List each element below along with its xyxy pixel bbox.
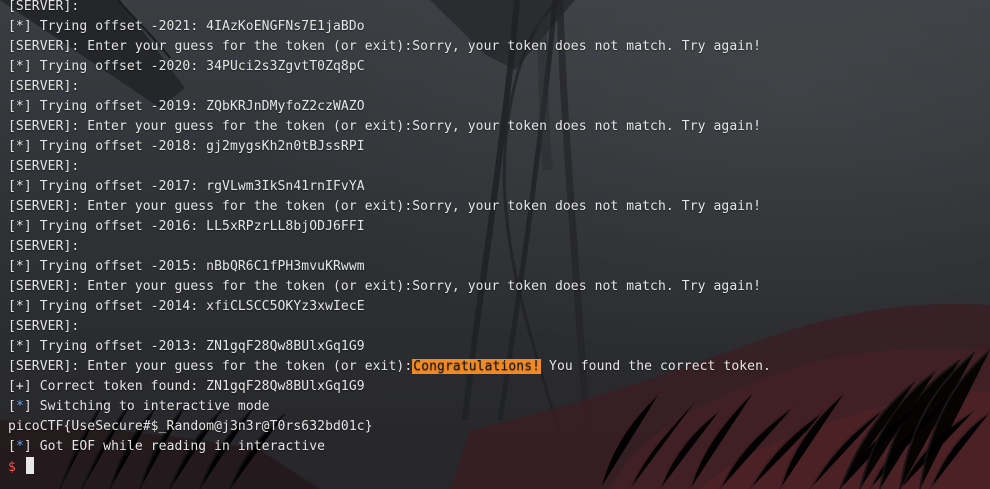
terminal-line: [SERVER]: Enter your guess for the token… <box>8 357 771 377</box>
terminal-line: [+] Correct token found: ZN1gqF28Qw8BUlx… <box>8 379 365 394</box>
terminal-window[interactable]: [SERVER]: [*] Trying offset -2021: 4IAzKo… <box>0 0 990 489</box>
terminal-line: [*] Trying offset -2019: ZQbKRJnDMyfoZ2c… <box>8 99 365 114</box>
status-text: Got EOF while reading in interactive <box>31 439 326 454</box>
text-cursor[interactable] <box>25 457 34 474</box>
terminal-line: [*] Trying offset -2014: xfiCLSCC5OKYz3x… <box>8 299 365 314</box>
terminal-line: [SERVER]: <box>8 319 80 334</box>
success-message: You found the correct token. <box>541 359 771 374</box>
status-marker: * <box>15 399 24 414</box>
terminal-line: [SERVER]: Enter your guess for the token… <box>8 199 762 214</box>
terminal-line: [SERVER]: Enter your guess for the token… <box>8 279 762 294</box>
terminal-line: [*] Got EOF while reading in interactive <box>8 437 771 457</box>
terminal-line: [SERVER]: <box>8 239 80 254</box>
success-highlight: Congratulations! <box>412 359 542 374</box>
terminal-line: [*] Trying offset -2021: 4IAzKoENGFNs7E1… <box>8 19 365 34</box>
terminal-line: [*] Switching to interactive mode <box>8 397 771 417</box>
shell-prompt-line[interactable]: $ <box>8 457 771 477</box>
terminal-line: [*] Trying offset -2018: gj2mygsKh2n0tBJ… <box>8 139 365 154</box>
terminal-line: picoCTF{UseSecure#$_Random@j3n3r@T0rs632… <box>8 419 373 434</box>
status-bracket-close: ] <box>23 399 32 414</box>
status-bracket-open: [ <box>8 399 16 414</box>
status-bracket-close: ] <box>23 439 32 454</box>
terminal-line: [SERVER]: Enter your guess for the token… <box>8 39 762 54</box>
shell-prompt-symbol: $ <box>8 460 16 475</box>
terminal-output: [SERVER]: [*] Trying offset -2021: 4IAzKo… <box>8 0 771 477</box>
terminal-line: [*] Trying offset -2017: rgVLwm3IkSn41rn… <box>8 179 365 194</box>
terminal-line: [SERVER]: <box>8 159 80 174</box>
terminal-line: [SERVER]: <box>8 79 80 94</box>
server-prompt-text: [SERVER]: Enter your guess for the token… <box>8 359 413 374</box>
terminal-line: [SERVER]: <box>8 0 80 14</box>
terminal-line: [*] Trying offset -2020: 34PUci2s3ZgvtT0… <box>8 59 365 74</box>
status-bracket-open: [ <box>8 439 16 454</box>
status-text: Switching to interactive mode <box>31 399 270 414</box>
terminal-line: [*] Trying offset -2015: nBbQR6C1fPH3mvu… <box>8 259 365 274</box>
status-marker: * <box>15 439 24 454</box>
terminal-line: [SERVER]: Enter your guess for the token… <box>8 119 762 134</box>
terminal-line: [*] Trying offset -2016: LL5xRPzrLL8bjOD… <box>8 219 365 234</box>
terminal-line: [*] Trying offset -2013: ZN1gqF28Qw8BUlx… <box>8 339 365 354</box>
